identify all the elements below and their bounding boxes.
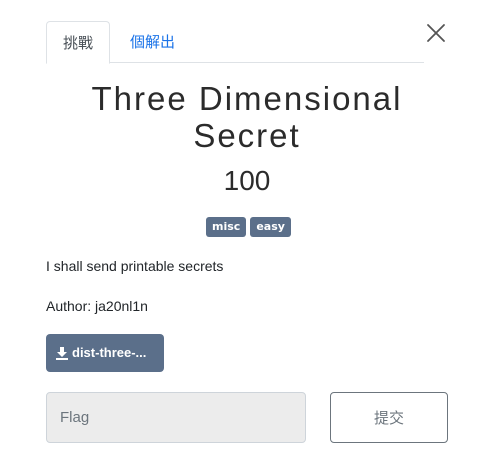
- submit-button[interactable]: 提交: [330, 392, 448, 443]
- challenge-value: 100: [223, 165, 271, 196]
- challenge-author: Author: ja20nl1n: [46, 298, 148, 314]
- tag-badge: misc: [206, 217, 247, 237]
- challenge-tags: misc easy: [206, 217, 291, 237]
- tag-badge: easy: [250, 217, 291, 237]
- tab-solves[interactable]: 個解出: [114, 21, 191, 63]
- download-file-button[interactable]: dist-three-...: [46, 334, 164, 372]
- flag-input[interactable]: [46, 392, 306, 443]
- download-file-label: dist-three-...: [72, 345, 147, 360]
- tab-challenge[interactable]: 挑戰: [46, 21, 111, 64]
- modal-tabs: 挑戰 個解出: [46, 21, 424, 64]
- download-icon: [56, 347, 68, 360]
- challenge-description: I shall send printable secrets: [46, 258, 224, 274]
- challenge-name: Three Dimensional Secret: [91, 80, 403, 154]
- close-button[interactable]: [424, 21, 448, 45]
- close-icon: [427, 24, 445, 42]
